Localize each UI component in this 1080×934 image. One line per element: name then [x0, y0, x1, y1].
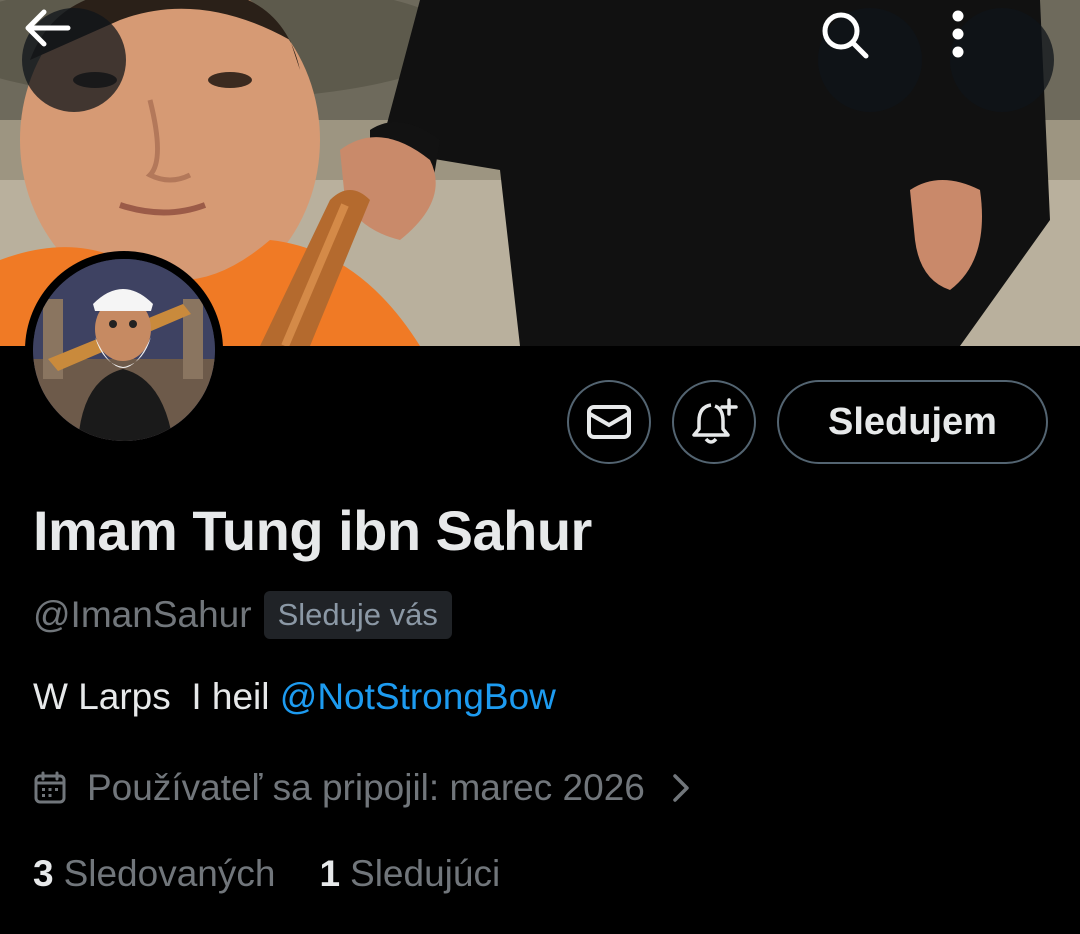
following-button[interactable]: Sledujem [777, 380, 1048, 464]
bio: W Larps I heil @NotStrongBow [33, 676, 556, 718]
follows-you-badge: Sleduje vás [263, 591, 452, 639]
search-button[interactable] [818, 8, 922, 112]
arrow-left-icon [25, 9, 71, 47]
user-handle: @ImanSahur [33, 594, 252, 635]
follow-stats: 3 Sledovaných 1 Sledujúci [33, 848, 500, 900]
followers-label: Sledujúci [350, 853, 501, 894]
back-button[interactable] [22, 8, 126, 112]
bell-plus-icon [692, 398, 738, 444]
envelope-icon [587, 405, 631, 439]
display-name: Imam Tung ibn Sahur [33, 499, 592, 562]
more-vertical-icon [952, 10, 964, 58]
joined-date: Používateľ sa pripojil: marec 2026 [87, 767, 645, 808]
notifications-button[interactable] [672, 380, 756, 464]
more-options-button[interactable] [950, 8, 1054, 112]
bio-mention-link[interactable]: @NotStrongBow [280, 676, 556, 717]
bio-text: W Larps I heil [33, 676, 280, 717]
following-count: 3 [33, 853, 54, 894]
message-button[interactable] [567, 380, 651, 464]
chevron-right-icon [671, 772, 691, 804]
following-stat[interactable]: 3 Sledovaných [33, 853, 275, 895]
avatar-image [33, 259, 215, 441]
followers-count: 1 [319, 853, 341, 894]
followers-stat[interactable]: 1 Sledujúci [319, 853, 500, 895]
search-icon [822, 12, 869, 59]
avatar[interactable] [25, 251, 223, 449]
following-label: Sledovaných [63, 853, 276, 894]
joined-date-row[interactable]: Používateľ sa pripojil: marec 2026 [33, 762, 691, 814]
handle-row: @ImanSahur Sleduje vás [33, 590, 452, 640]
calendar-icon [33, 771, 67, 805]
